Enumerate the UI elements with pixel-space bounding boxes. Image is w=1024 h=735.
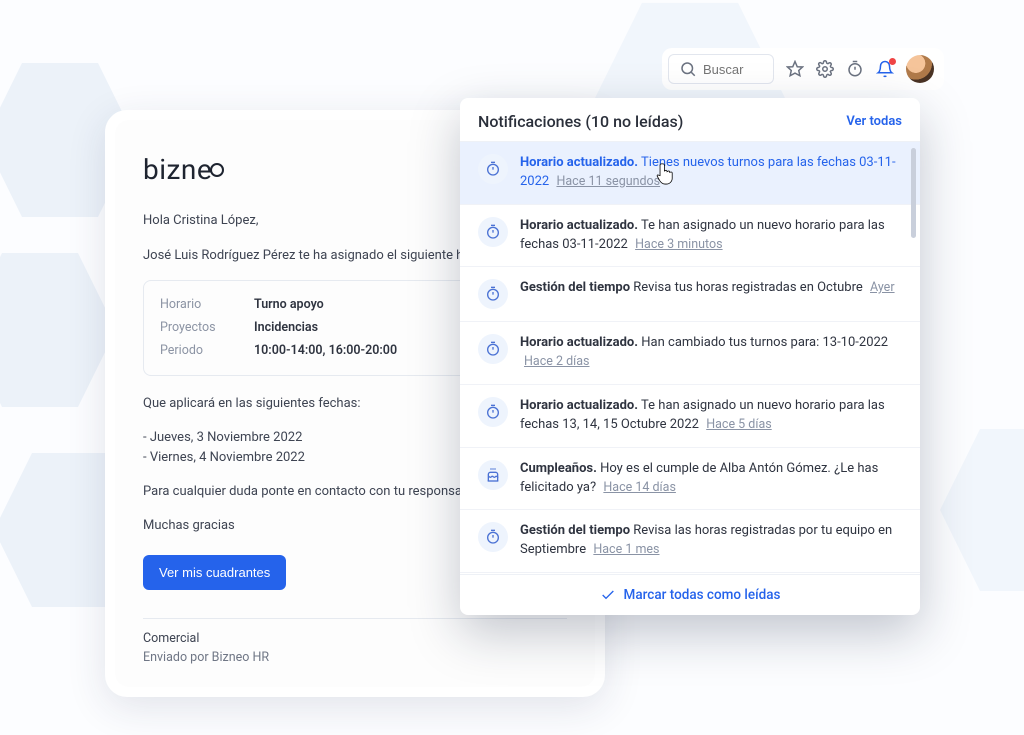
- notification-title: Cumpleaños.: [520, 461, 597, 476]
- timer-icon[interactable]: [846, 60, 864, 78]
- notification-item[interactable]: Horario actualizado. Te han asignado un …: [460, 205, 920, 268]
- cake-icon: [478, 460, 508, 490]
- bg-hexagon: [940, 420, 1024, 600]
- notification-message: Revisa tus horas registradas en Octubre: [633, 280, 862, 295]
- notification-time: Hace 2 días: [524, 354, 590, 369]
- notification-title: Gestión del tiempo: [520, 280, 630, 295]
- footer-role: Comercial: [143, 629, 567, 648]
- notification-body: Horario actualizado. Han cambiado tus tu…: [520, 334, 902, 372]
- notification-body: Horario actualizado. Tienes nuevos turno…: [520, 154, 902, 192]
- notification-body: Gestión del tiempo Revisa tus horas regi…: [520, 279, 902, 309]
- notification-time: Ayer: [870, 280, 895, 295]
- notification-item[interactable]: Horario actualizado. Te han asignado un …: [460, 385, 920, 448]
- timer-icon: [478, 154, 508, 184]
- search-icon: [679, 60, 697, 78]
- notification-item[interactable]: Gestión del tiempo Revisa las horas regi…: [460, 510, 920, 573]
- notification-body: Horario actualizado. Te han asignado un …: [520, 397, 902, 435]
- notification-item[interactable]: Horario actualizado. Te han asignado un …: [460, 573, 920, 574]
- notification-item[interactable]: Cumpleaños. Hoy es el cumple de Alba Ant…: [460, 448, 920, 511]
- notification-title: Horario actualizado.: [520, 218, 638, 233]
- notification-time: Hace 5 días: [706, 417, 772, 432]
- timer-icon: [478, 217, 508, 247]
- timer-icon: [478, 279, 508, 309]
- notification-time: Hace 11 segundos: [556, 174, 660, 189]
- timer-icon: [478, 334, 508, 364]
- notification-time: Hace 14 días: [603, 480, 676, 495]
- search-box[interactable]: [668, 54, 774, 84]
- bell-icon[interactable]: [876, 60, 894, 78]
- notifications-list[interactable]: Horario actualizado. Tienes nuevos turno…: [460, 142, 920, 574]
- notification-body: Cumpleaños. Hoy es el cumple de Alba Ant…: [520, 460, 902, 498]
- notification-body: Gestión del tiempo Revisa las horas regi…: [520, 522, 902, 560]
- notification-title: Horario actualizado.: [520, 155, 638, 170]
- avatar[interactable]: [906, 55, 934, 83]
- email-footer: Comercial Enviado por Bizneo HR: [143, 618, 567, 668]
- notification-item[interactable]: Horario actualizado. Tienes nuevos turno…: [460, 142, 920, 205]
- notification-item[interactable]: Gestión del tiempo Revisa tus horas regi…: [460, 267, 920, 322]
- footer-sent: Enviado por Bizneo HR: [143, 648, 567, 667]
- timer-icon: [478, 522, 508, 552]
- bg-hexagon: [0, 245, 116, 416]
- notifications-title: Notificaciones (10 no leídas): [478, 112, 683, 131]
- mark-all-read-button[interactable]: Marcar todas como leídas: [460, 574, 920, 615]
- notification-time: Hace 3 minutos: [635, 237, 722, 252]
- gear-icon[interactable]: [816, 60, 834, 78]
- scrollbar-thumb[interactable]: [911, 148, 916, 238]
- see-all-link[interactable]: Ver todas: [846, 114, 902, 129]
- star-icon[interactable]: [786, 60, 804, 78]
- notification-message: Han cambiado tus turnos para: 13-10-2022: [641, 335, 888, 350]
- notification-time: Hace 1 mes: [593, 542, 659, 557]
- notification-item[interactable]: Horario actualizado. Han cambiado tus tu…: [460, 322, 920, 385]
- notification-body: Horario actualizado. Te han asignado un …: [520, 217, 902, 255]
- top-toolbar: [662, 48, 944, 90]
- search-input[interactable]: [703, 62, 763, 77]
- timer-icon: [478, 397, 508, 427]
- notification-title: Gestión del tiempo: [520, 523, 630, 538]
- notifications-panel: Notificaciones (10 no leídas) Ver todas …: [460, 98, 920, 615]
- notification-title: Horario actualizado.: [520, 398, 638, 413]
- notification-title: Horario actualizado.: [520, 335, 638, 350]
- notification-badge: [889, 58, 896, 65]
- view-schedules-button[interactable]: Ver mis cuadrantes: [143, 555, 286, 590]
- check-icon: [600, 587, 616, 603]
